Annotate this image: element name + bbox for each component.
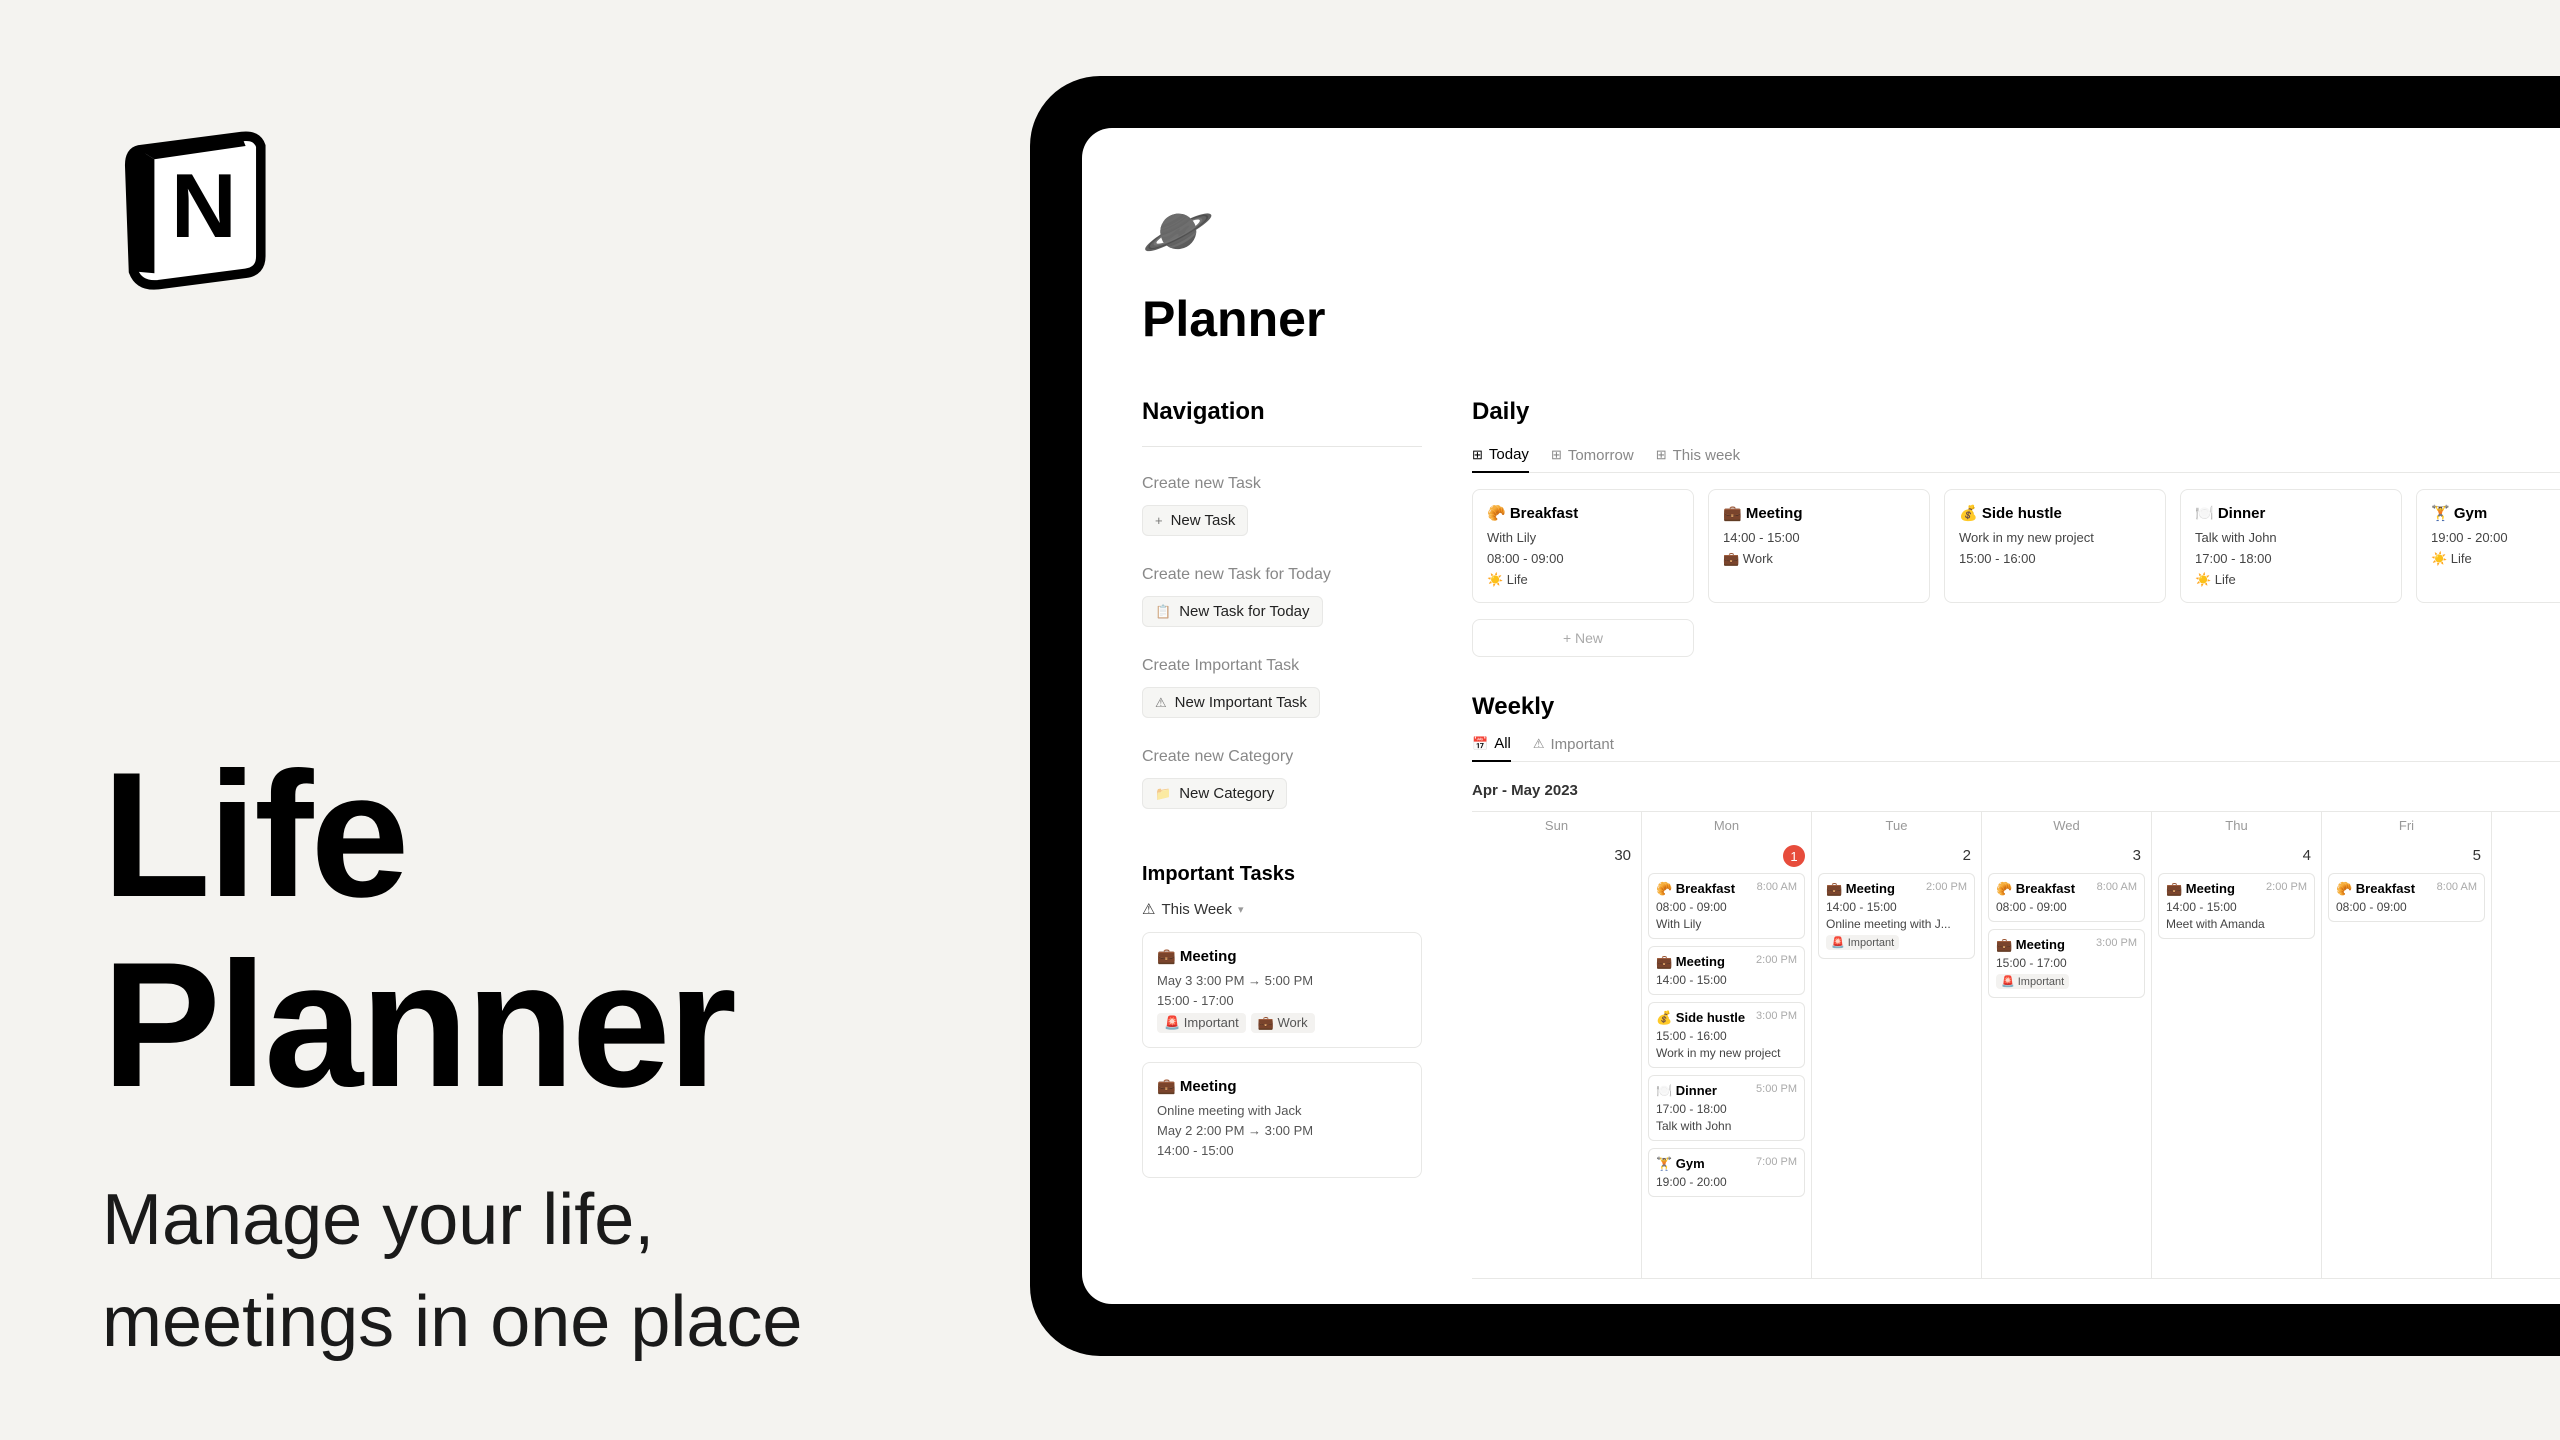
weekly-tabs: 📅All ⚠Important <box>1472 735 2560 762</box>
daily-card[interactable]: 🥐 BreakfastWith Lily08:00 - 09:00☀️ Life <box>1472 489 1694 603</box>
tablet-frame: 🪐 Planner Navigation Create new Task +Ne… <box>1030 76 2560 1356</box>
daily-tabs: ⊞Today ⊞Tomorrow ⊞This week <box>1472 446 2560 473</box>
daily-card[interactable]: 🏋️ Gym19:00 - 20:00☀️ Life <box>2416 489 2560 603</box>
daily-card[interactable]: 💼 Meeting14:00 - 15:00💼 Work <box>1708 489 1930 603</box>
nav-button[interactable]: 📁New Category <box>1142 778 1287 809</box>
weekly-heading: Weekly <box>1472 693 2560 721</box>
dow-header: Thu <box>2152 812 2322 839</box>
date-number: 2 <box>1963 847 1971 864</box>
daily-heading: Daily <box>1472 398 2560 426</box>
date-number: 4 <box>2303 847 2311 864</box>
nav-button[interactable]: +New Task <box>1142 505 1248 536</box>
daily-tab[interactable]: ⊞Tomorrow <box>1551 446 1634 472</box>
calendar-cell[interactable]: 2 💼 Meeting2:00 PM14:00 - 15:00Online me… <box>1812 839 1982 1279</box>
page-title: Planner <box>1142 290 2560 348</box>
nav-column: Navigation Create new Task +New Task Crea… <box>1142 398 1422 1304</box>
dow-header: Mon <box>1642 812 1812 839</box>
date-number: 3 <box>2133 847 2141 864</box>
nav-button[interactable]: ⚠New Important Task <box>1142 687 1320 718</box>
calendar-grid: SunMonTueWedThuFriSat 30 1 🥐 Breakfast8:00… <box>1472 811 2560 1279</box>
dow-header: Fri <box>2322 812 2492 839</box>
svg-text:N: N <box>171 155 237 257</box>
weekly-tab[interactable]: ⚠Important <box>1533 735 1614 761</box>
nav-button[interactable]: 📋New Task for Today <box>1142 596 1323 627</box>
hero-text: LifePlanner Manage your life,meetings in… <box>102 740 802 1373</box>
daily-card[interactable]: 🍽️ DinnerTalk with John17:00 - 18:00☀️ L… <box>2180 489 2402 603</box>
important-task-card[interactable]: 💼 MeetingMay 3 3:00 PM → 5:00 PM15:00 - … <box>1142 932 1422 1048</box>
date-number: 30 <box>1614 847 1631 864</box>
calendar-event[interactable]: 💼 Meeting2:00 PM14:00 - 15:00 <box>1648 946 1805 995</box>
new-daily-button[interactable]: + New <box>1472 619 1694 657</box>
date-number: 1 <box>1783 845 1805 867</box>
calendar-event[interactable]: 💰 Side hustle3:00 PM15:00 - 16:00Work in… <box>1648 1002 1805 1068</box>
calendar-cell[interactable]: 5 🥐 Breakfast8:00 AM08:00 - 09:00 <box>2322 839 2492 1279</box>
main-column: Daily ⊞Today ⊞Tomorrow ⊞This week 🥐 Breakf… <box>1472 398 2560 1304</box>
nav-group-label: Create new Category <box>1142 748 1422 766</box>
calendar-event[interactable]: 💼 Meeting2:00 PM14:00 - 15:00Online meet… <box>1818 873 1975 959</box>
calendar-cell[interactable] <box>2492 839 2560 1279</box>
nav-heading: Navigation <box>1142 398 1422 426</box>
calendar-event[interactable]: 🥐 Breakfast8:00 AM08:00 - 09:00 <box>1988 873 2145 922</box>
important-heading: Important Tasks <box>1142 863 1422 886</box>
hero-subtitle: Manage your life,meetings in one place <box>102 1169 802 1373</box>
calendar-cell[interactable]: 1 🥐 Breakfast8:00 AM08:00 - 09:00With Li… <box>1642 839 1812 1279</box>
dow-header: Wed <box>1982 812 2152 839</box>
calendar-event[interactable]: 🍽️ Dinner5:00 PM17:00 - 18:00Talk with J… <box>1648 1075 1805 1141</box>
nav-group-label: Create new Task <box>1142 475 1422 493</box>
month-label: Apr - May 2023 <box>1472 782 1578 799</box>
notion-logo: N <box>105 108 295 303</box>
app-screen: 🪐 Planner Navigation Create new Task +Ne… <box>1082 128 2560 1304</box>
nav-group-label: Create new Task for Today <box>1142 566 1422 584</box>
daily-tab[interactable]: ⊞Today <box>1472 446 1529 473</box>
calendar-event[interactable]: 🏋️ Gym7:00 PM19:00 - 20:00 <box>1648 1148 1805 1197</box>
calendar-event[interactable]: 💼 Meeting2:00 PM14:00 - 15:00Meet with A… <box>2158 873 2315 939</box>
daily-tab[interactable]: ⊞This week <box>1656 446 1740 472</box>
dow-header: Sat <box>2492 812 2560 839</box>
calendar-cell[interactable]: 4 💼 Meeting2:00 PM14:00 - 15:00Meet with… <box>2152 839 2322 1279</box>
nav-group-label: Create Important Task <box>1142 657 1422 675</box>
calendar-event[interactable]: 🥐 Breakfast8:00 AM08:00 - 09:00With Lily <box>1648 873 1805 939</box>
week-selector[interactable]: ⚠This Week▾ <box>1142 900 1244 918</box>
calendar-cell[interactable]: 3 🥐 Breakfast8:00 AM08:00 - 09:00 💼 Meet… <box>1982 839 2152 1279</box>
hero-title: LifePlanner <box>102 740 802 1121</box>
weekly-tab[interactable]: 📅All <box>1472 735 1511 762</box>
calendar-event[interactable]: 🥐 Breakfast8:00 AM08:00 - 09:00 <box>2328 873 2485 922</box>
important-task-card[interactable]: 💼 MeetingOnline meeting with JackMay 2 2… <box>1142 1062 1422 1178</box>
dow-header: Tue <box>1812 812 1982 839</box>
calendar-event[interactable]: 💼 Meeting3:00 PM15:00 - 17:00🚨 Important <box>1988 929 2145 998</box>
daily-card[interactable]: 💰 Side hustleWork in my new project15:00… <box>1944 489 2166 603</box>
notion-logo-icon: N <box>105 108 295 298</box>
date-number: 5 <box>2473 847 2481 864</box>
calendar-cell[interactable]: 30 <box>1472 839 1642 1279</box>
dow-header: Sun <box>1472 812 1642 839</box>
planet-icon: 🪐 <box>1142 198 2560 266</box>
